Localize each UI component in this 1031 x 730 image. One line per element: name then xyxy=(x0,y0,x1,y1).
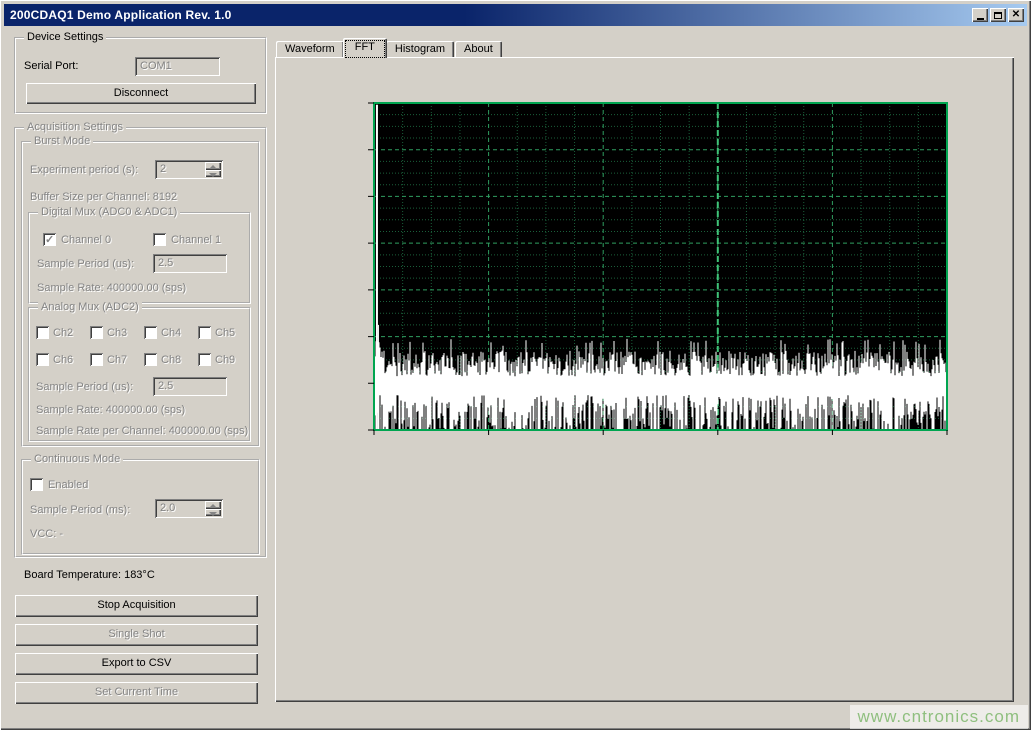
checkbox-ch2[interactable] xyxy=(36,326,49,339)
maximize-icon xyxy=(994,12,1002,19)
checkbox-ch6[interactable] xyxy=(36,353,49,366)
spin-down-icon[interactable] xyxy=(205,509,221,517)
checkbox-enabled[interactable] xyxy=(30,478,43,491)
experiment-period-label: Experiment period (s): xyxy=(30,164,138,177)
continuous-mode-caption: Continuous Mode xyxy=(31,453,123,466)
experiment-period-spinner[interactable] xyxy=(205,162,221,177)
focus-rect xyxy=(345,40,385,58)
ch4-label: Ch4 xyxy=(161,327,181,340)
spin-down-icon[interactable] xyxy=(205,170,221,178)
burst-mode-caption: Burst Mode xyxy=(31,135,93,148)
minimize-button[interactable] xyxy=(972,8,988,22)
channel-0-label: Channel 0 xyxy=(61,234,111,247)
checkbox-ch7[interactable] xyxy=(90,353,103,366)
spin-up-icon[interactable] xyxy=(205,501,221,509)
checkbox-ch9[interactable] xyxy=(198,353,211,366)
ch6-label: Ch6 xyxy=(53,354,73,367)
serial-port-input[interactable]: COM1 xyxy=(135,57,220,76)
vcc-label: VCC: - xyxy=(30,528,63,541)
continuous-sample-period-label: Sample Period (ms): xyxy=(30,504,130,517)
minimize-icon xyxy=(977,18,984,20)
window-title: 200CDAQ1 Demo Application Rev. 1.0 xyxy=(10,8,970,22)
tab-fft[interactable]: FFT xyxy=(343,38,387,58)
title-bar[interactable]: 200CDAQ1 Demo Application Rev. 1.0 ✕ xyxy=(4,4,1027,26)
stop-acquisition-button[interactable]: Stop Acquisition xyxy=(15,595,258,617)
ch8-label: Ch8 xyxy=(161,354,181,367)
ch5-label: Ch5 xyxy=(215,327,235,340)
ch9-label: Ch9 xyxy=(215,354,235,367)
spin-up-icon[interactable] xyxy=(205,162,221,170)
tab-label: About xyxy=(464,43,493,55)
maximize-button[interactable] xyxy=(990,8,1006,22)
analog-sample-rate-label: Sample Rate: 400000.00 (sps) xyxy=(36,404,185,417)
channel-1-label: Channel 1 xyxy=(171,234,221,247)
analog-sample-period-input[interactable]: 2.5 xyxy=(153,377,227,396)
device-settings-caption: Device Settings xyxy=(24,31,106,44)
close-icon: ✕ xyxy=(1012,10,1020,20)
watermark: www.cntronics.com xyxy=(850,705,1028,729)
close-button[interactable]: ✕ xyxy=(1008,8,1024,22)
disconnect-button[interactable]: Disconnect xyxy=(26,83,256,104)
checkbox-ch8[interactable] xyxy=(144,353,157,366)
ch7-label: Ch7 xyxy=(107,354,127,367)
app-window: 200CDAQ1 Demo Application Rev. 1.0 ✕ Dev… xyxy=(0,0,1031,730)
export-to-csv-button[interactable]: Export to CSV xyxy=(15,653,258,675)
buffer-size-label: Buffer Size per Channel: 8192 xyxy=(30,191,177,204)
digital-sample-rate-label: Sample Rate: 400000.00 (sps) xyxy=(37,282,186,295)
checkbox-ch4[interactable] xyxy=(144,326,157,339)
tab-waveform[interactable]: Waveform xyxy=(276,41,344,58)
set-current-time-button[interactable]: Set Current Time xyxy=(15,682,258,704)
continuous-sample-period-spinner[interactable] xyxy=(205,501,221,516)
ch2-label: Ch2 xyxy=(53,327,73,340)
tab-label: Waveform xyxy=(285,43,335,55)
checkbox-channel-1[interactable] xyxy=(153,233,166,246)
checkbox-ch5[interactable] xyxy=(198,326,211,339)
digital-sample-period-label: Sample Period (us): xyxy=(37,258,134,271)
tab-label: Histogram xyxy=(395,43,445,55)
digital-sample-period-input[interactable]: 2.5 xyxy=(153,254,227,273)
enabled-label: Enabled xyxy=(48,479,88,492)
single-shot-button[interactable]: Single Shot xyxy=(15,624,258,646)
checkbox-channel-0[interactable] xyxy=(43,233,56,246)
analog-sample-rate-per-channel-label: Sample Rate per Channel: 400000.00 (sps) xyxy=(36,425,248,438)
tab-about[interactable]: About xyxy=(455,41,502,58)
fft-chart xyxy=(366,99,956,441)
board-temperature-label: Board Temperature: 183°C xyxy=(24,569,155,582)
digital-mux-caption: Digital Mux (ADC0 & ADC1) xyxy=(38,206,180,219)
tab-histogram[interactable]: Histogram xyxy=(386,41,454,58)
acquisition-settings-caption: Acquisition Settings xyxy=(24,121,126,134)
analog-sample-period-label: Sample Period (us): xyxy=(36,381,133,394)
tab-strip: Waveform FFT Histogram About xyxy=(276,38,503,58)
serial-port-label: Serial Port: xyxy=(24,60,78,73)
checkbox-ch3[interactable] xyxy=(90,326,103,339)
analog-mux-caption: Analog Mux (ADC2) xyxy=(38,301,142,314)
ch3-label: Ch3 xyxy=(107,327,127,340)
